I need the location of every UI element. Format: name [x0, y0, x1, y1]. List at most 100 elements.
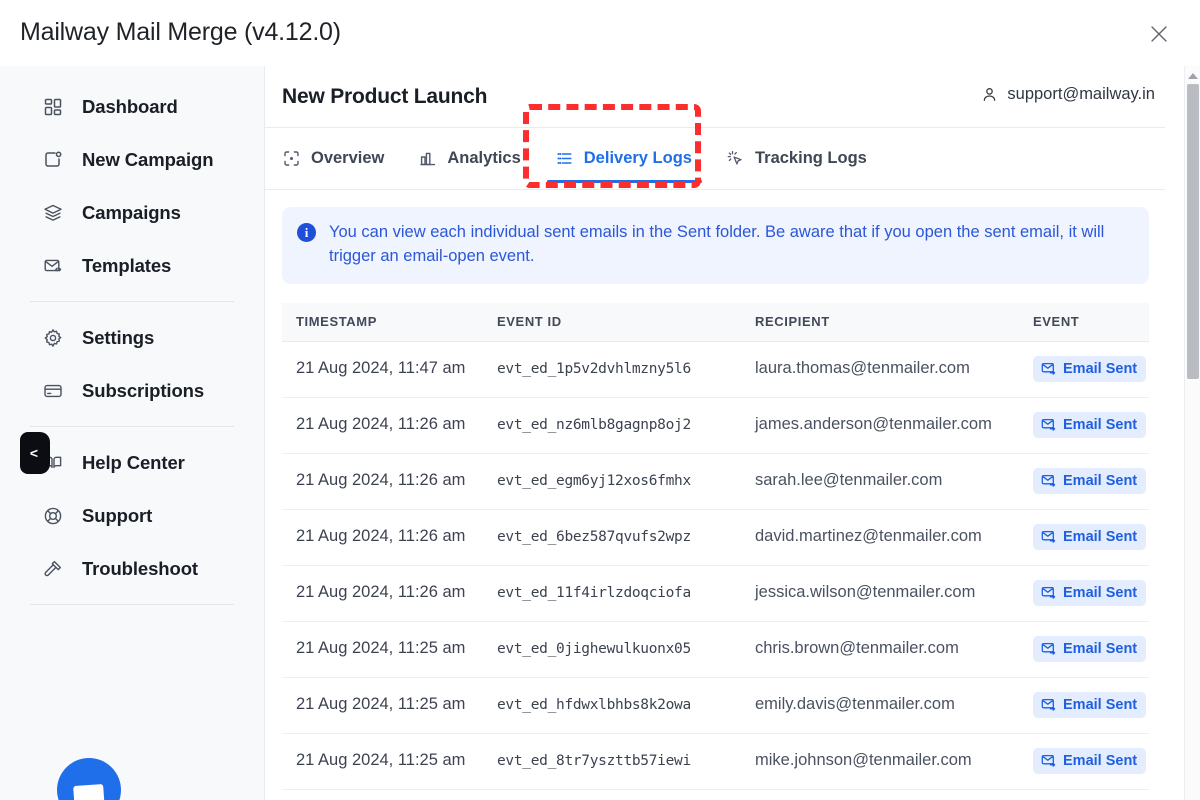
status-badge-label: Email Sent [1063, 529, 1137, 545]
cell-timestamp: 21 Aug 2024, 11:47 am [282, 341, 497, 397]
sidebar-item-templates[interactable]: Templates [0, 239, 264, 292]
email-sent-icon [1041, 697, 1056, 712]
delivery-logs-table-wrap: TIMESTAMP EVENT ID RECIPIENT EVENT 21 Au… [282, 303, 1149, 800]
tab-bar: Overview Analytics Delivery Logs Trackin… [265, 128, 1165, 190]
cell-recipient: david.martinez@tenmailer.com [755, 509, 1033, 565]
sidebar-collapse-toggle[interactable]: < [20, 432, 50, 474]
main-content: New Product Launch support@mailway.in Ov… [265, 66, 1165, 800]
table-row[interactable]: 21 Aug 2024, 11:26 amevt_ed_6bez587qvufs… [282, 509, 1149, 565]
cell-timestamp: 21 Aug 2024, 11:25 am [282, 733, 497, 789]
cell-event: Email Sent [1033, 621, 1149, 677]
cell-event-id: evt_ed_nz6mlb8gagnp8oj2 [497, 397, 755, 453]
tab-delivery-logs[interactable]: Delivery Logs [555, 128, 692, 190]
cell-event: Email Sent [1033, 509, 1149, 565]
status-badge: Email Sent [1033, 356, 1146, 382]
gear-icon [42, 327, 64, 349]
cell-timestamp: 21 Aug 2024, 11:26 am [282, 565, 497, 621]
sidebar-item-campaigns[interactable]: Campaigns [0, 186, 264, 239]
column-header-recipient[interactable]: RECIPIENT [755, 303, 1033, 342]
scrollbar-thumb[interactable] [1187, 84, 1199, 379]
close-icon[interactable] [1146, 21, 1172, 47]
cell-event-id: evt_ed_0jighewulkuonx05 [497, 621, 755, 677]
email-sent-icon [1041, 753, 1056, 768]
user-email-label: support@mailway.in [1007, 85, 1155, 104]
table-row[interactable]: 21 Aug 2024, 11:25 amevt_ed_8tr7yszttb57… [282, 733, 1149, 789]
cell-recipient: laura.thomas@tenmailer.com [755, 341, 1033, 397]
table-row[interactable]: 21 Aug 2024, 11:25 amevt_ed_f2or8x6sipzq… [282, 789, 1149, 800]
status-badge-label: Email Sent [1063, 753, 1137, 769]
cell-event: Email Sent [1033, 341, 1149, 397]
window-titlebar: Mailway Mail Merge (v4.12.0) [0, 0, 1200, 66]
tab-label: Delivery Logs [584, 149, 692, 168]
sidebar-item-label: Templates [82, 255, 171, 277]
mail-code-icon [42, 255, 64, 277]
list-icon [555, 149, 574, 168]
click-icon [726, 149, 745, 168]
grid-icon [42, 96, 64, 118]
cell-event-id: evt_ed_8tr7yszttb57iewi [497, 733, 755, 789]
cell-timestamp: 21 Aug 2024, 11:25 am [282, 621, 497, 677]
user-account-chip[interactable]: support@mailway.in [981, 85, 1155, 104]
scroll-up-arrow-icon[interactable] [1185, 69, 1200, 83]
cell-timestamp: 21 Aug 2024, 11:25 am [282, 789, 497, 800]
sidebar-item-settings[interactable]: Settings [0, 311, 264, 364]
table-row[interactable]: 21 Aug 2024, 11:25 amevt_ed_0jighewulkuo… [282, 621, 1149, 677]
sidebar-item-dashboard[interactable]: Dashboard [0, 80, 264, 133]
table-row[interactable]: 21 Aug 2024, 11:47 amevt_ed_1p5v2dvhlmzn… [282, 341, 1149, 397]
status-badge-label: Email Sent [1063, 641, 1137, 657]
status-badge-label: Email Sent [1063, 473, 1137, 489]
sidebar-item-new-campaign[interactable]: New Campaign [0, 133, 264, 186]
sidebar-item-support[interactable]: Support [0, 489, 264, 542]
info-banner-text: You can view each individual sent emails… [329, 221, 1133, 269]
cell-event: Email Sent [1033, 677, 1149, 733]
sidebar-divider-3 [30, 604, 234, 605]
sidebar-item-label: Dashboard [82, 96, 178, 118]
tab-overview[interactable]: Overview [282, 128, 384, 190]
chat-icon [73, 784, 105, 800]
cell-event: Email Sent [1033, 565, 1149, 621]
cell-recipient: jane.doe@tenmailer.com [755, 789, 1033, 800]
sidebar-item-subscriptions[interactable]: Subscriptions [0, 364, 264, 417]
table-row[interactable]: 21 Aug 2024, 11:26 amevt_ed_egm6yj12xos6… [282, 453, 1149, 509]
status-badge: Email Sent [1033, 412, 1146, 438]
tab-analytics[interactable]: Analytics [418, 128, 520, 190]
column-header-timestamp[interactable]: TIMESTAMP [282, 303, 497, 342]
new-campaign-icon [42, 149, 64, 171]
status-badge-label: Email Sent [1063, 361, 1137, 377]
sidebar-item-label: New Campaign [82, 149, 213, 171]
tab-label: Overview [311, 149, 384, 168]
window-title: Mailway Mail Merge (v4.12.0) [20, 18, 341, 47]
cell-timestamp: 21 Aug 2024, 11:26 am [282, 397, 497, 453]
table-row[interactable]: 21 Aug 2024, 11:25 amevt_ed_hfdwxlbhbs8k… [282, 677, 1149, 733]
sidebar-item-label: Subscriptions [82, 380, 204, 402]
tab-tracking-logs[interactable]: Tracking Logs [726, 128, 867, 190]
content-scrollbar[interactable] [1184, 66, 1200, 800]
info-icon: i [297, 223, 316, 242]
cell-event-id: evt_ed_6bez587qvufs2wpz [497, 509, 755, 565]
table-body: 21 Aug 2024, 11:47 amevt_ed_1p5v2dvhlmzn… [282, 341, 1149, 800]
email-sent-icon [1041, 529, 1056, 544]
cell-event: Email Sent [1033, 789, 1149, 800]
status-badge-label: Email Sent [1063, 697, 1137, 713]
column-header-event-id[interactable]: EVENT ID [497, 303, 755, 342]
cell-event-id: evt_ed_hfdwxlbhbs8k2owa [497, 677, 755, 733]
sidebar-item-label: Campaigns [82, 202, 181, 224]
cell-recipient: sarah.lee@tenmailer.com [755, 453, 1033, 509]
cell-recipient: jessica.wilson@tenmailer.com [755, 565, 1033, 621]
status-badge-label: Email Sent [1063, 585, 1137, 601]
sidebar-item-troubleshoot[interactable]: Troubleshoot [0, 542, 264, 595]
chevron-left-icon: < [30, 446, 38, 460]
table-head: TIMESTAMP EVENT ID RECIPIENT EVENT [282, 303, 1149, 342]
info-banner: i You can view each individual sent emai… [282, 207, 1149, 284]
email-sent-icon [1041, 417, 1056, 432]
cell-event: Email Sent [1033, 733, 1149, 789]
sidebar-item-label: Troubleshoot [82, 558, 198, 580]
bar-chart-icon [418, 149, 437, 168]
table-row[interactable]: 21 Aug 2024, 11:26 amevt_ed_11f4irlzdoqc… [282, 565, 1149, 621]
sidebar-item-label: Help Center [82, 452, 185, 474]
column-header-event[interactable]: EVENT [1033, 303, 1149, 342]
table-row[interactable]: 21 Aug 2024, 11:26 amevt_ed_nz6mlb8gagnp… [282, 397, 1149, 453]
status-badge: Email Sent [1033, 468, 1146, 494]
content-header: New Product Launch support@mailway.in [265, 66, 1165, 128]
sidebar-item-label: Support [82, 505, 152, 527]
